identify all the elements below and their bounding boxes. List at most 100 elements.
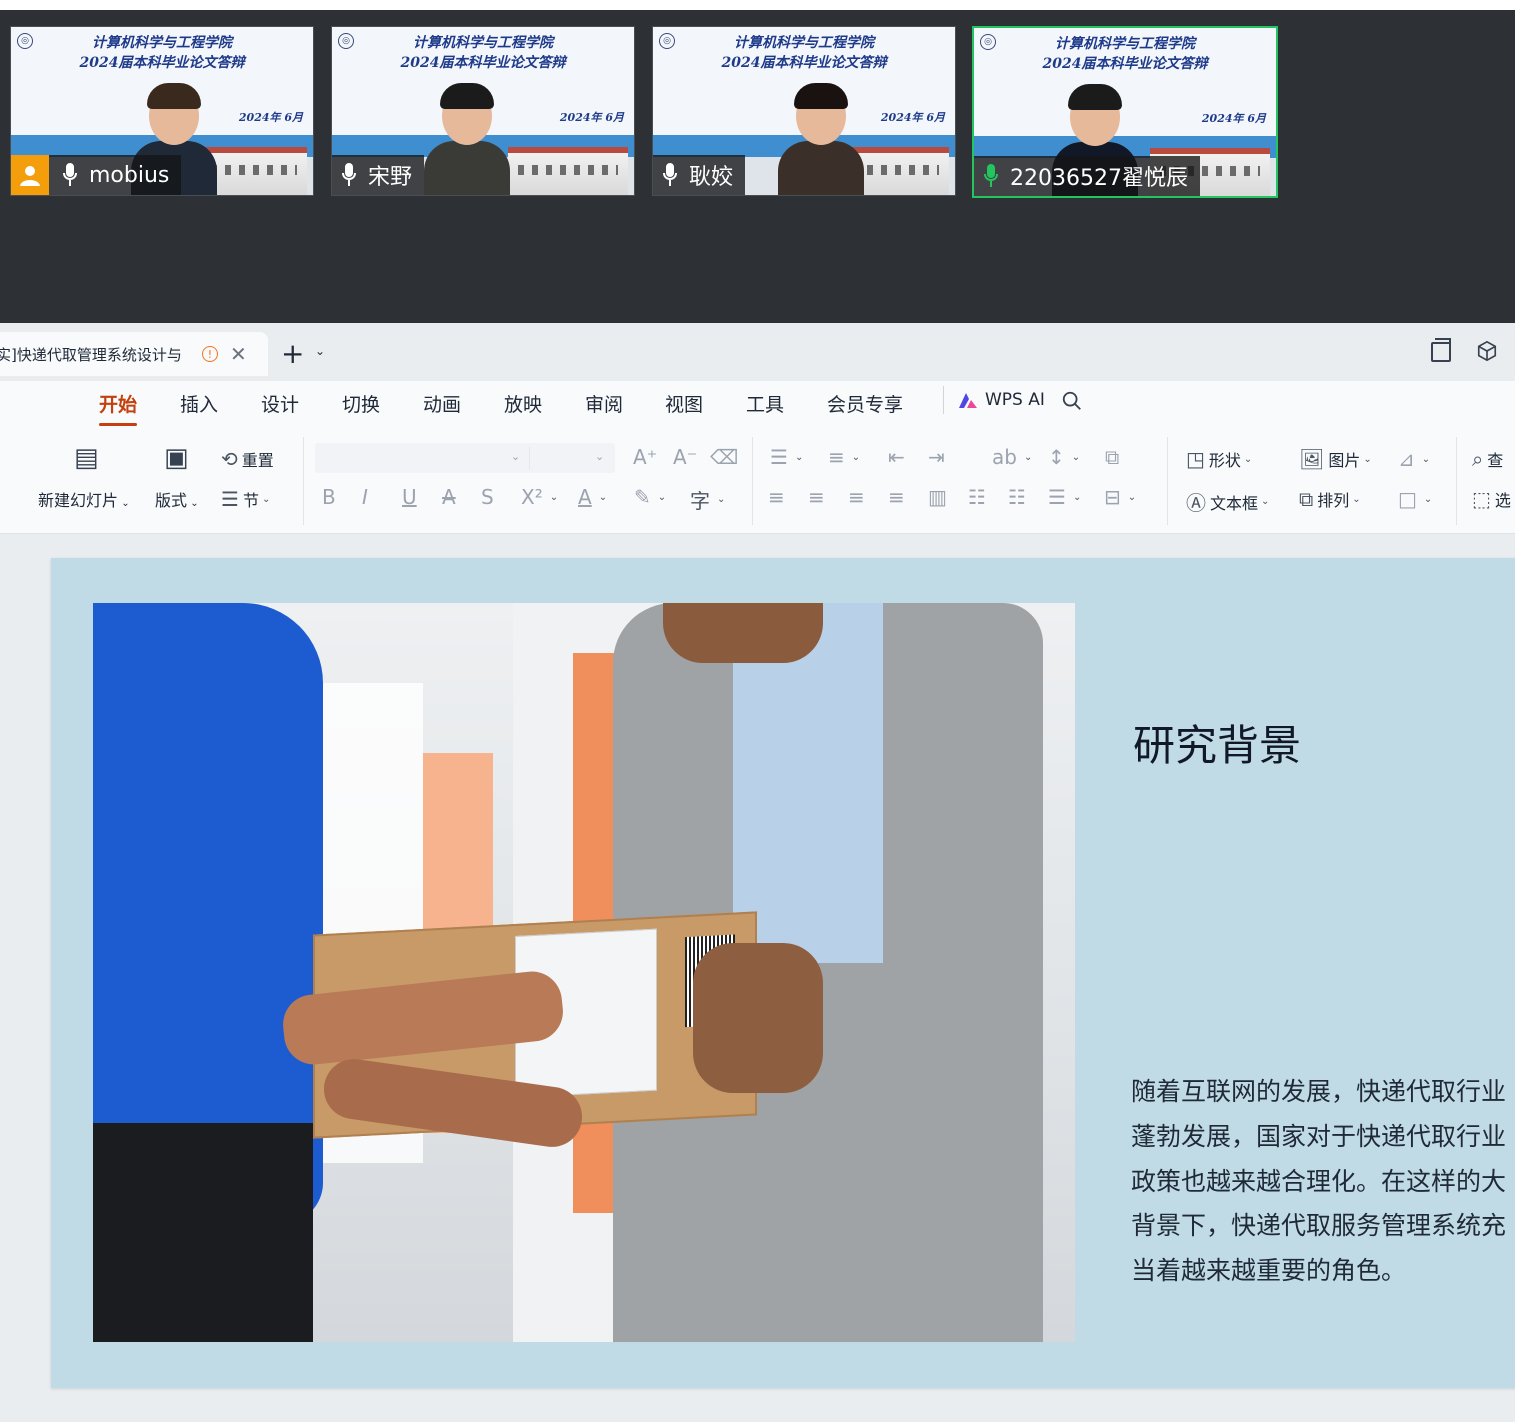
new-tab-button[interactable]: + bbox=[281, 337, 304, 370]
tab-design[interactable]: 设计 bbox=[261, 390, 299, 417]
outline-button[interactable]: □ ⌄ bbox=[1398, 487, 1432, 511]
fill-button[interactable]: ⊿ ⌄ bbox=[1398, 447, 1430, 471]
font-size-chevron-icon[interactable]: ⌄ bbox=[595, 450, 604, 463]
find-button[interactable]: ⌕ 查 bbox=[1472, 447, 1503, 471]
paragraph-spacing-icon: ☷ bbox=[1008, 485, 1026, 509]
person-hair bbox=[147, 83, 201, 109]
font-family-chevron-icon[interactable]: ⌄ bbox=[511, 450, 520, 463]
decrease-indent-button[interactable]: ⇤ bbox=[888, 445, 909, 469]
distribute-icon: ▥ bbox=[928, 485, 947, 509]
cube-icon[interactable] bbox=[1476, 340, 1498, 362]
slide-canvas[interactable]: 研究背景 随着互联网的发展，快递代取行业蓬勃发展，国家对于快递代取行业政策也越来… bbox=[0, 534, 1515, 1422]
participant-name: 宋野 bbox=[368, 165, 413, 190]
distribute-button[interactable]: ▥ bbox=[928, 485, 951, 509]
shadow-button[interactable]: S bbox=[481, 485, 498, 509]
participant-label: 22036527翟悦辰 bbox=[974, 156, 1200, 196]
wps-ai-button[interactable]: WPS AI bbox=[957, 390, 1045, 410]
highlight-button[interactable]: ✎ ⌄ bbox=[634, 485, 666, 509]
tab-home[interactable]: 开始 bbox=[99, 390, 138, 426]
banner-title: 计算机科学与工程学院 2024届本科毕业论文答辩 bbox=[653, 33, 955, 73]
vertical-align-icon: ⊟ bbox=[1104, 485, 1121, 509]
current-slide[interactable]: 研究背景 随着互联网的发展，快递代取行业蓬勃发展，国家对于快递代取行业政策也越来… bbox=[51, 558, 1515, 1388]
text-direction-icon: ab bbox=[992, 445, 1017, 469]
align-left-button[interactable]: ≡ bbox=[768, 485, 789, 509]
section-button[interactable]: ☰ 节 ⌄ bbox=[221, 487, 270, 511]
strikethrough-button[interactable]: A bbox=[442, 485, 460, 509]
justify-button[interactable]: ≡ bbox=[888, 485, 909, 509]
font-color-icon: A bbox=[578, 485, 592, 509]
participant-tile[interactable]: ◎ 计算机科学与工程学院 2024届本科毕业论文答辩 2024年 6月 bbox=[10, 26, 314, 196]
tab-view[interactable]: 视图 bbox=[665, 390, 703, 417]
tab-tools[interactable]: 工具 bbox=[746, 390, 784, 417]
tab-animation[interactable]: 动画 bbox=[423, 390, 461, 417]
new-slide-icon[interactable]: ▤ bbox=[74, 443, 99, 473]
microphone-icon[interactable] bbox=[657, 161, 683, 189]
superscript-button[interactable]: X² ⌄ bbox=[521, 485, 558, 509]
banner-title: 计算机科学与工程学院 2024届本科毕业论文答辩 bbox=[332, 33, 634, 73]
microphone-icon[interactable] bbox=[978, 162, 1004, 190]
slide-title[interactable]: 研究背景 bbox=[1133, 712, 1301, 773]
text-direction-button[interactable]: ab ⌄ bbox=[992, 445, 1032, 469]
search-icon[interactable] bbox=[1061, 390, 1083, 412]
phonetic-button[interactable]: 字 ⌄ bbox=[690, 485, 725, 514]
warning-icon[interactable]: ! bbox=[202, 346, 218, 362]
paragraph-spacing-button[interactable]: ☷ bbox=[1008, 485, 1030, 509]
tab-menu-chevron-icon[interactable]: ⌄ bbox=[315, 344, 325, 358]
textbox-button[interactable]: Ⓐ 文本框 ⌄ bbox=[1186, 487, 1269, 516]
font-family-combo[interactable]: ⌄ ⌄ bbox=[315, 443, 615, 473]
underline-icon: U bbox=[402, 485, 417, 509]
close-tab-icon[interactable]: ✕ bbox=[230, 342, 247, 366]
bullet-list-button[interactable]: ☰ ⌄ bbox=[770, 445, 803, 469]
underline-button[interactable]: U bbox=[402, 485, 421, 509]
layout-icon[interactable]: ▣ bbox=[164, 443, 189, 473]
vertical-align-button[interactable]: ⊟ ⌄ bbox=[1104, 485, 1136, 509]
microphone-icon[interactable] bbox=[57, 161, 83, 189]
host-avatar-icon bbox=[11, 155, 49, 195]
numbered-list-icon: ≡ bbox=[828, 445, 845, 469]
sort-button[interactable]: ↕ ⌄ bbox=[1048, 445, 1080, 469]
spacing-menu-button[interactable]: ☰ ⌄ bbox=[1048, 485, 1081, 509]
font-color-button[interactable]: A ⌄ bbox=[578, 485, 607, 509]
participant-tile[interactable]: ◎ 计算机科学与工程学院 2024届本科毕业论文答辩 2024年 6月 bbox=[972, 26, 1278, 198]
picture-button[interactable]: 🖼 图片 ⌄ bbox=[1299, 447, 1372, 471]
new-slide-button[interactable]: 新建幻灯片 ⌄ bbox=[38, 487, 130, 511]
tab-member[interactable]: 会员专享 bbox=[827, 390, 903, 417]
shrink-font-button[interactable]: A⁻ bbox=[673, 445, 701, 469]
layout-button[interactable]: 版式 ⌄ bbox=[155, 487, 199, 511]
participant-tile[interactable]: ◎ 计算机科学与工程学院 2024届本科毕业论文答辩 2024年 6月 bbox=[652, 26, 956, 196]
shape-button[interactable]: ◳ 形状 ⌄ bbox=[1186, 447, 1252, 471]
highlight-icon: ✎ bbox=[634, 485, 651, 509]
tab-slideshow[interactable]: 放映 bbox=[504, 390, 542, 417]
italic-button[interactable]: I bbox=[362, 485, 372, 509]
increase-indent-button[interactable]: ⇥ bbox=[928, 445, 949, 469]
convert-button[interactable]: ⧉ bbox=[1105, 445, 1123, 469]
arrange-button[interactable]: ⧉ 排列 ⌄ bbox=[1299, 487, 1361, 511]
clear-format-button[interactable]: ⌫ bbox=[710, 445, 742, 469]
select-label: 选 bbox=[1494, 491, 1511, 510]
tab-insert[interactable]: 插入 bbox=[180, 390, 218, 417]
microphone-icon[interactable] bbox=[336, 161, 362, 189]
banner-date: 2024年 6月 bbox=[238, 111, 303, 124]
select-button[interactable]: ⬚ 选 bbox=[1472, 487, 1511, 511]
participant-tile[interactable]: ◎ 计算机科学与工程学院 2024届本科毕业论文答辩 2024年 6月 bbox=[331, 26, 635, 196]
banner-line-2: 2024届本科毕业论文答辩 bbox=[721, 55, 887, 71]
grow-font-button[interactable]: A⁺ bbox=[633, 445, 661, 469]
bold-button[interactable]: B bbox=[322, 485, 340, 509]
slide-body-text[interactable]: 随着互联网的发展，快递代取行业蓬勃发展，国家对于快递代取行业政策也越来越合理化。… bbox=[1131, 1070, 1515, 1294]
document-tab-title: 实]快递代取管理系统设计与 bbox=[0, 345, 182, 364]
arrange-label: 排列 bbox=[1317, 491, 1350, 510]
shape-label: 形状 bbox=[1208, 451, 1241, 470]
tab-transition[interactable]: 切换 bbox=[342, 390, 380, 417]
tab-review[interactable]: 审阅 bbox=[585, 390, 623, 417]
select-icon: ⬚ bbox=[1472, 487, 1491, 511]
align-right-button[interactable]: ≡ bbox=[848, 485, 869, 509]
delivery-photo[interactable] bbox=[93, 603, 1075, 1342]
align-center-button[interactable]: ≡ bbox=[808, 485, 829, 509]
numbered-list-button[interactable]: ≡ ⌄ bbox=[828, 445, 860, 469]
window-restore-icon[interactable] bbox=[1431, 338, 1451, 362]
document-tab[interactable]: 实]快递代取管理系统设计与 ! ✕ bbox=[0, 332, 268, 376]
toolbar-separator bbox=[1167, 437, 1168, 525]
participant-name: 22036527翟悦辰 bbox=[1010, 166, 1188, 191]
reset-button[interactable]: ⟲ 重置 bbox=[221, 447, 274, 471]
line-spacing-button[interactable]: ☷ bbox=[968, 485, 990, 509]
